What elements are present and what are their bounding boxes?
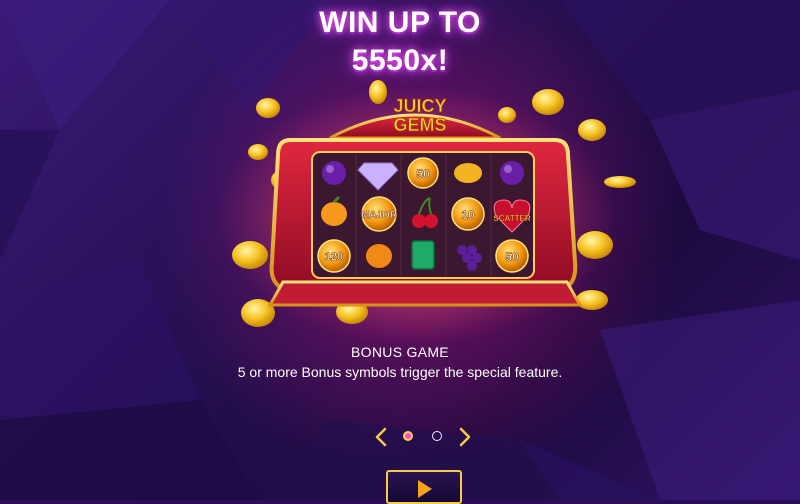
symbol-plum (322, 161, 346, 185)
next-arrow-icon[interactable] (456, 426, 474, 448)
symbol-coin-120: 120 (317, 239, 351, 273)
page-dot-2[interactable] (432, 431, 442, 441)
page-pager (372, 426, 476, 448)
coin-120-label: 120 (325, 251, 343, 263)
prev-arrow-icon[interactable] (372, 426, 390, 448)
play-icon (418, 480, 432, 498)
symbol-emerald (411, 240, 435, 270)
coin-50-label: 50 (505, 250, 519, 264)
page-dot-1[interactable] (403, 431, 413, 441)
symbol-coin-50: 50 (407, 157, 439, 189)
symbol-lemon (454, 163, 482, 183)
feature-description: 5 or more Bonus symbols trigger the spec… (237, 364, 563, 380)
slot-machine-illustration: JUICY GEMS 50 MAJOR 10 SCATTER 120 50 (215, 80, 636, 345)
logo-line-1: JUICY (393, 96, 446, 116)
machine-base (267, 280, 583, 307)
scatter-label: SCATTER (493, 214, 530, 223)
coin-10-label: 10 (461, 208, 475, 222)
logo-line-2: GEMS (393, 115, 446, 135)
symbol-orange (366, 244, 392, 268)
coin-50-label: 50 (416, 167, 430, 181)
symbol-plum (500, 161, 524, 185)
feature-title: BONUS GAME (351, 344, 449, 360)
symbol-coin-50: 50 (495, 239, 529, 273)
continue-button[interactable] (386, 470, 462, 504)
coin-major-label: MAJOR (361, 210, 398, 221)
symbol-coin-10: 10 (451, 197, 485, 231)
